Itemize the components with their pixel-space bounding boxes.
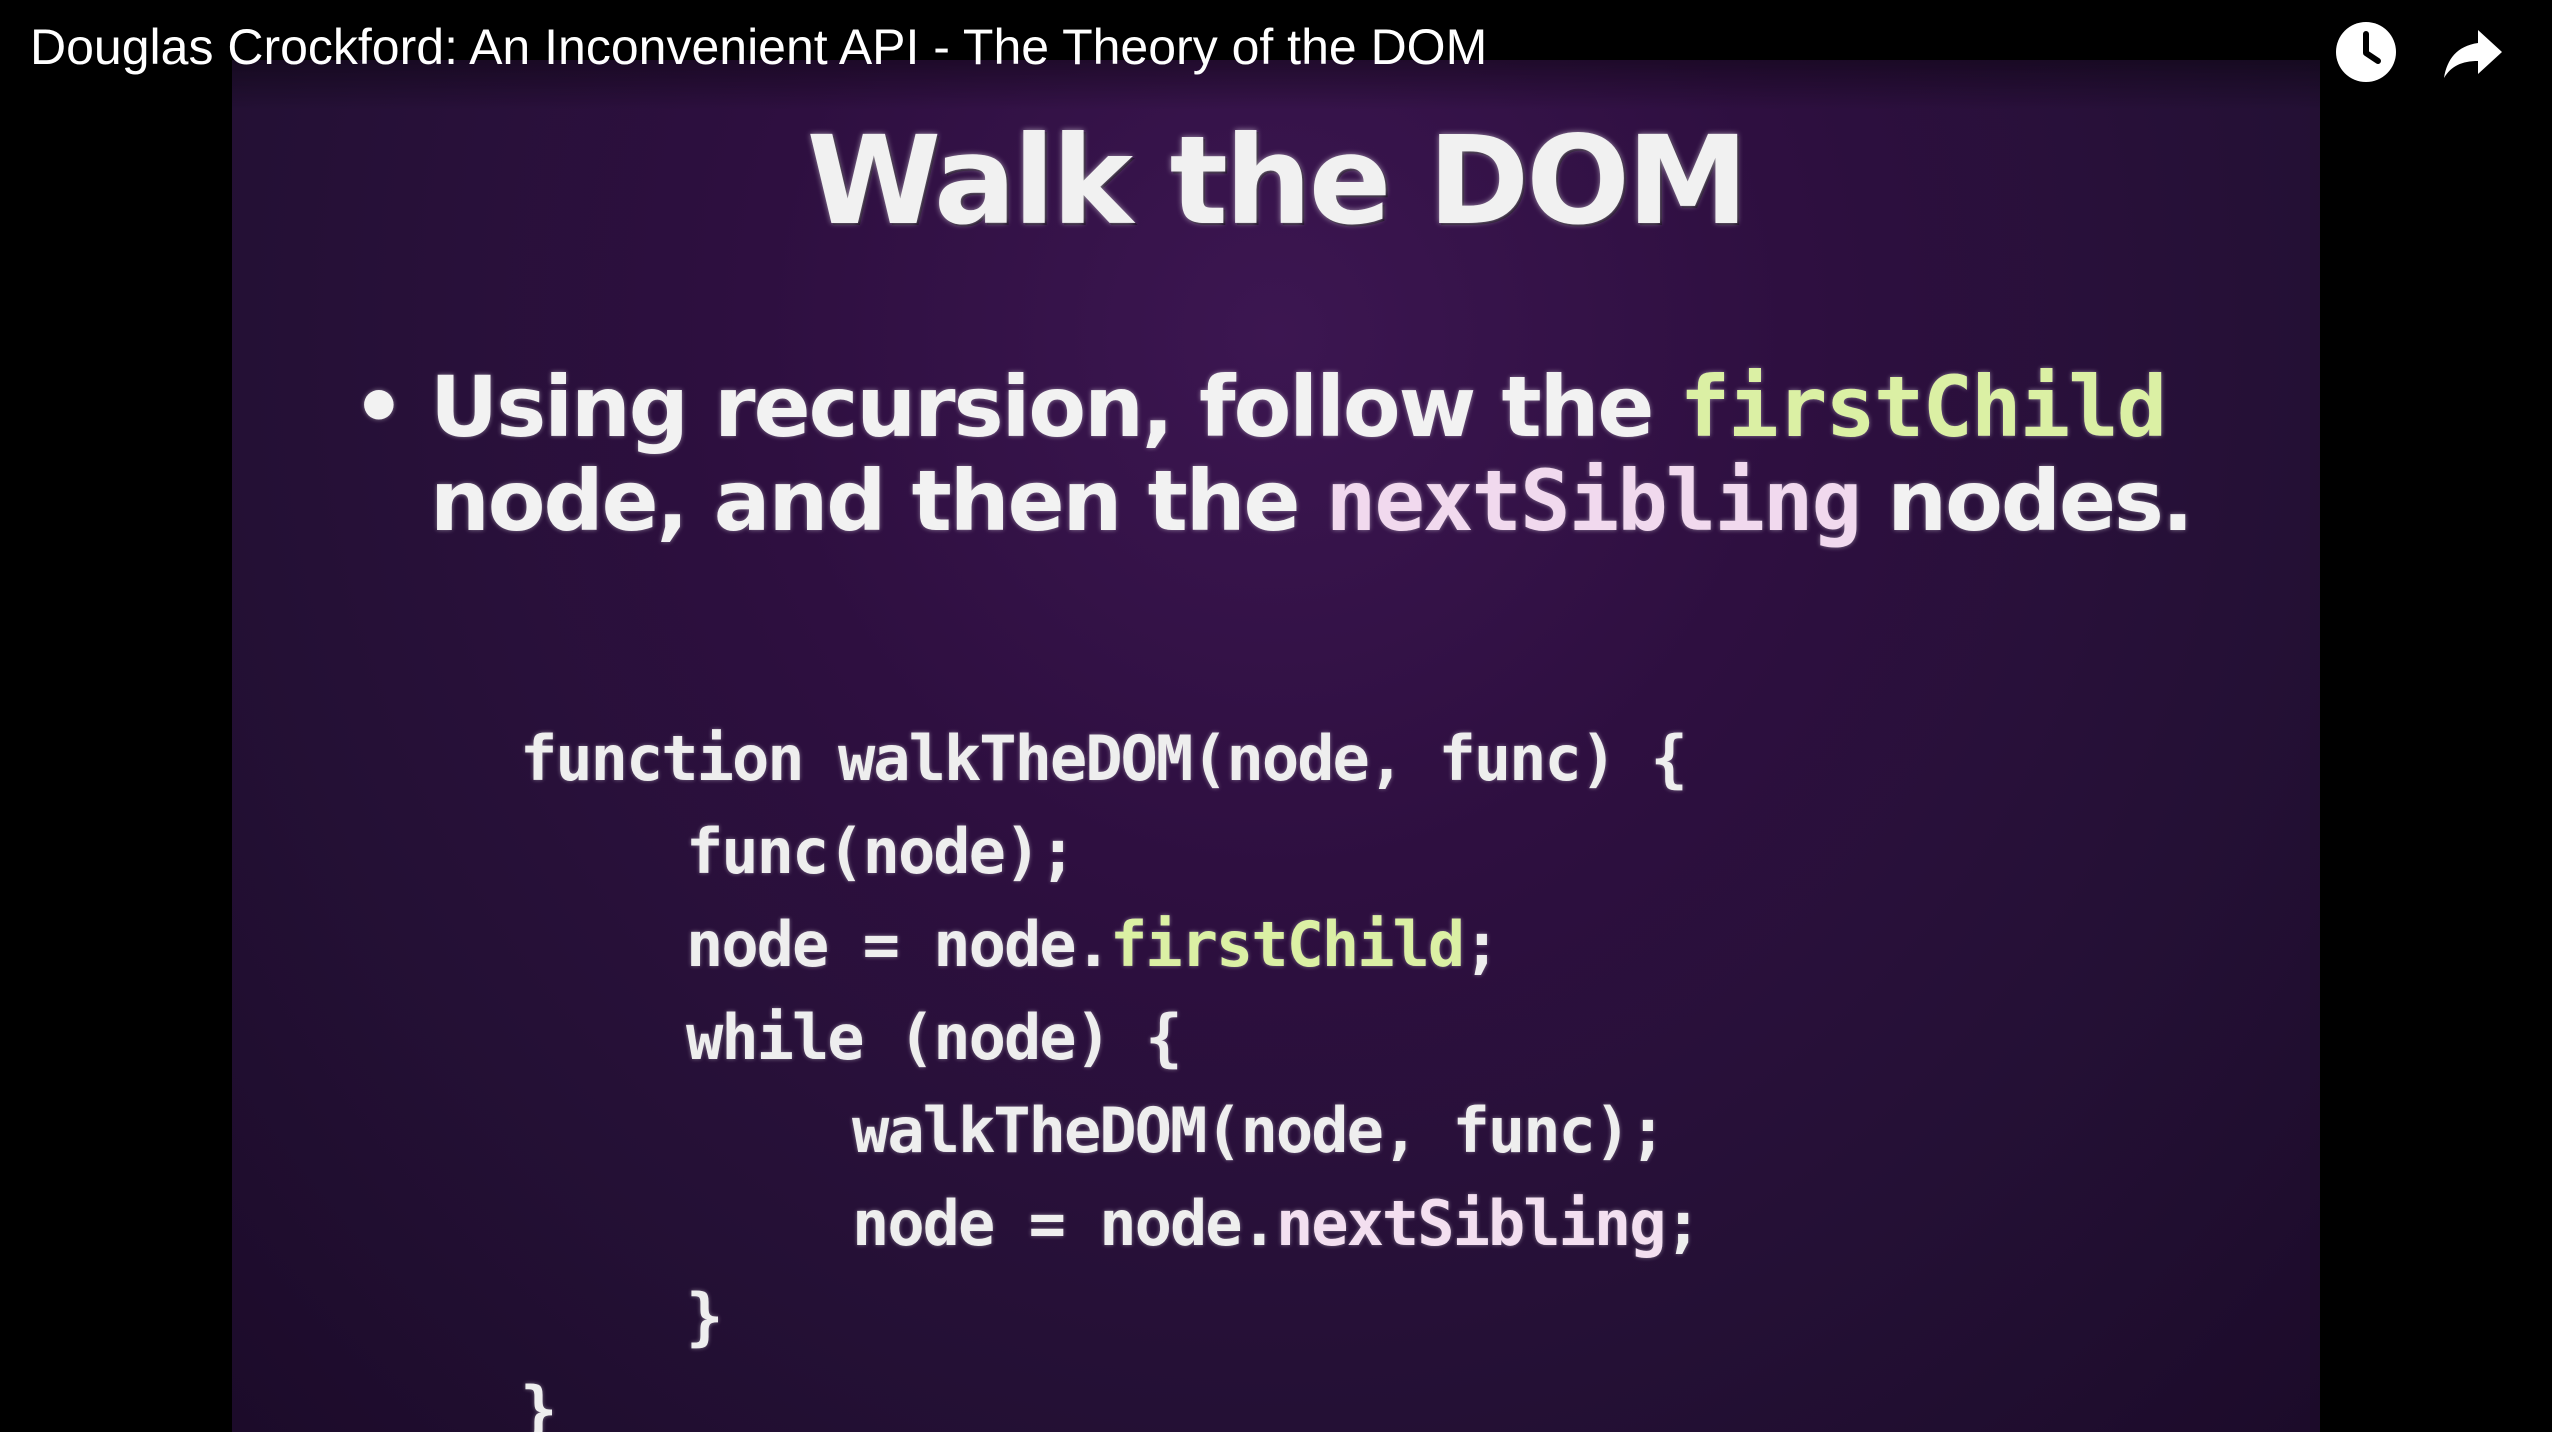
code-line-6-suffix: ; <box>1664 1187 1702 1260</box>
code-line-3-highlight: firstChild <box>1109 908 1465 981</box>
slide-title: Walk the DOM <box>806 110 1749 252</box>
share-arrow-icon <box>2444 30 2502 78</box>
code-line-3-suffix: ; <box>1463 908 1500 981</box>
bullet-line2-prefix: node, and then the <box>430 452 1326 550</box>
code-line-6-prefix: node = node. <box>852 1187 1278 1260</box>
code-line-8: } <box>520 1373 557 1432</box>
bullet-line1-prefix: Using recursion, follow the <box>430 358 1680 456</box>
bullet-text: Using recursion, follow the firstChild n… <box>430 360 2290 548</box>
code-line-7: } <box>686 1280 723 1353</box>
code-block: function walkTheDOM(node, func) { func(n… <box>520 712 2220 1432</box>
clock-icon <box>2336 22 2396 82</box>
title-bar: Douglas Crockford: An Inconvenient API -… <box>0 0 2552 110</box>
bullet-marker: • <box>352 358 406 456</box>
code-line-6-highlight: nextSibling <box>1275 1187 1667 1260</box>
code-line-3-prefix: node = node. <box>686 908 1112 981</box>
bullet-code-firstchild: firstChild <box>1679 358 2168 456</box>
share-button[interactable] <box>2438 16 2510 88</box>
code-line-2: func(node); <box>686 815 1077 888</box>
bullet-code-nextsibling: nextSibling <box>1325 452 1862 550</box>
code-line-5: walkTheDOM(node, func); <box>852 1094 1667 1167</box>
video-title[interactable]: Douglas Crockford: An Inconvenient API -… <box>30 18 1487 76</box>
watch-later-button[interactable] <box>2330 16 2402 88</box>
bullet-line2-suffix: nodes. <box>1860 452 2194 550</box>
code-line-3: node = node.firstChild; <box>520 898 2220 991</box>
code-line-6: node = node.nextSibling; <box>520 1177 2220 1270</box>
code-line-4: while (node) { <box>686 1001 1183 1074</box>
slide: Walk the DOM • Using recursion, follow t… <box>232 60 2320 1432</box>
video-player[interactable]: Walk the DOM • Using recursion, follow t… <box>0 0 2552 1432</box>
code-line-1: function walkTheDOM(node, func) { <box>520 722 1688 795</box>
